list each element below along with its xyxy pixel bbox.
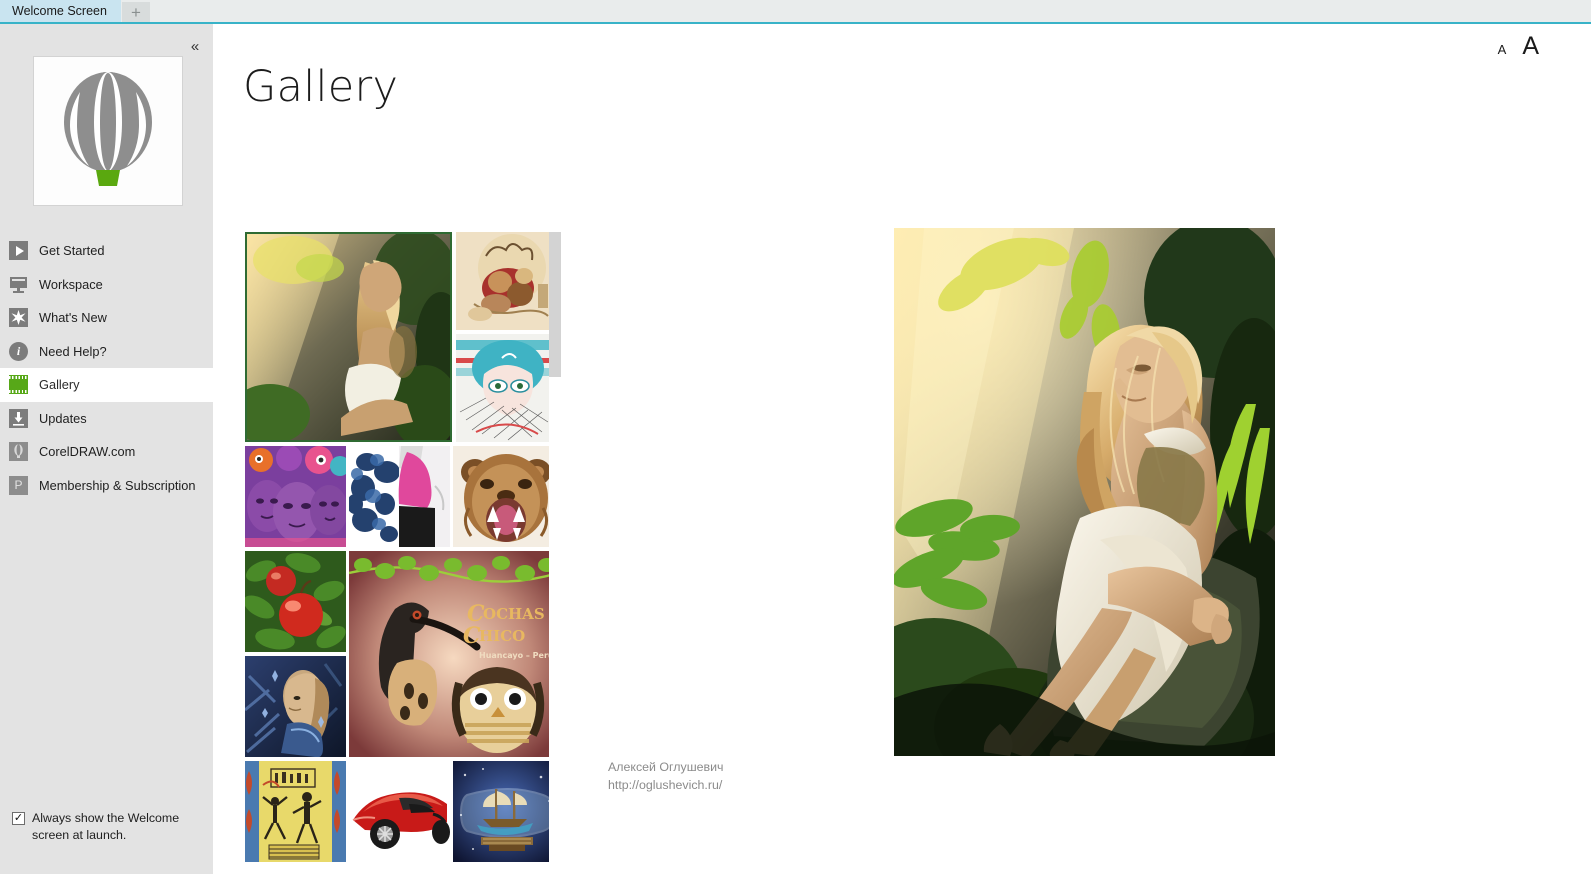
- font-size-large-button[interactable]: A: [1522, 32, 1539, 61]
- app-logo: [33, 56, 183, 206]
- thumbnail-red-apples-on-branch[interactable]: [245, 551, 346, 652]
- sidebar-item-need-help[interactable]: i Need Help?: [0, 335, 213, 369]
- play-icon: [9, 241, 28, 261]
- artist-url[interactable]: http://oglushevich.ru/: [608, 777, 724, 795]
- svg-text:Huancayo – Perú: Huancayo – Perú: [479, 651, 554, 660]
- new-tab-button[interactable]: +: [121, 2, 150, 22]
- sidebar-item-workspace[interactable]: Workspace: [0, 268, 213, 302]
- sidebar-item-label: Get Started: [39, 243, 105, 259]
- plus-icon: +: [130, 2, 141, 22]
- sidebar-item-membership-subscription[interactable]: P Membership & Subscription: [0, 469, 213, 503]
- sidebar-item-label: Gallery: [39, 377, 80, 393]
- sidebar-item-whats-new[interactable]: What's New: [0, 301, 213, 335]
- sidebar-item-label: Need Help?: [39, 343, 107, 359]
- sidebar-item-label: Workspace: [39, 276, 103, 292]
- sidebar-item-get-started[interactable]: Get Started: [0, 234, 213, 268]
- thumbnail-grid: C OCHAS C HICO Huancayo – Perú: [243, 228, 592, 874]
- sidebar-item-label: Updates: [39, 410, 87, 426]
- tab-bar: Welcome Screen +: [0, 0, 1591, 22]
- tab-welcome-screen[interactable]: Welcome Screen: [0, 0, 121, 22]
- sidebar-item-label: CorelDRAW.com: [39, 444, 136, 460]
- sidebar-item-updates[interactable]: Updates: [0, 402, 213, 436]
- tab-label: Welcome Screen: [12, 4, 107, 18]
- preview-image: [894, 228, 1275, 756]
- thumbnail-red-sports-car[interactable]: [349, 766, 450, 856]
- sidebar: « Get Started Workspace What's New i Nee…: [0, 24, 213, 874]
- thumbnail-blue-fantasy-portrait[interactable]: [245, 656, 346, 757]
- thumbnail-navy-floral-fashion[interactable]: [349, 446, 450, 547]
- artist-name: Алексей Оглушевич: [608, 760, 724, 774]
- page-title: Gallery: [243, 62, 399, 112]
- thumbnail-roaring-bear-illustration[interactable]: [453, 446, 558, 547]
- subscription-icon: P: [9, 475, 28, 495]
- always-show-welcome-row: ✓ Always show the Welcome screen at laun…: [12, 810, 202, 844]
- sidebar-item-label: Membership & Subscription: [39, 477, 196, 493]
- tab-bar-empty-area: [149, 0, 1591, 22]
- monitor-icon: [9, 275, 28, 294]
- thumbnail-egyptian-papyrus-art[interactable]: [245, 761, 346, 862]
- starburst-icon: [9, 308, 28, 328]
- sidebar-item-gallery[interactable]: Gallery: [0, 368, 213, 402]
- download-icon: [9, 408, 28, 428]
- filmstrip-icon: [9, 375, 28, 395]
- thumbnail-purple-crowd-portrait[interactable]: [245, 446, 346, 547]
- thumbnail-cochas-chico-peru-poster[interactable]: C OCHAS C HICO Huancayo – Perú: [349, 551, 558, 757]
- svg-text:HICO: HICO: [479, 627, 525, 645]
- thumbnail-scrollbar-thumb[interactable]: [549, 232, 561, 377]
- thumbnail-ship-in-a-bottle[interactable]: [453, 761, 558, 862]
- thumbnail-scrollbar-track[interactable]: [549, 228, 561, 874]
- font-size-controls: A A: [1498, 32, 1539, 61]
- check-icon: ✓: [13, 812, 24, 824]
- chevron-double-left-icon: «: [190, 37, 200, 55]
- sidebar-item-label: What's New: [39, 310, 107, 326]
- balloon-icon: [64, 72, 152, 186]
- balloon-icon: [9, 442, 28, 462]
- always-show-welcome-checkbox[interactable]: ✓: [12, 812, 25, 825]
- sidebar-nav: Get Started Workspace What's New i Need …: [0, 234, 213, 502]
- artist-credit: Алексей Оглушевич http://oglushevich.ru/: [608, 759, 724, 794]
- sidebar-item-coreldraw-com[interactable]: CorelDRAW.com: [0, 435, 213, 469]
- thumbnail-woman-in-sunlit-forest[interactable]: [245, 232, 452, 442]
- font-size-small-button[interactable]: A: [1498, 42, 1507, 57]
- thumbnail-vintage-circus-illustration[interactable]: [456, 232, 558, 330]
- info-icon: i: [9, 341, 28, 361]
- always-show-welcome-label: Always show the Welcome screen at launch…: [32, 811, 180, 842]
- svg-text:OCHAS: OCHAS: [483, 605, 545, 623]
- thumbnail-teal-abstract-portrait[interactable]: [456, 334, 558, 442]
- collapse-sidebar-button[interactable]: «: [182, 34, 208, 58]
- main-content: Gallery A A C OCHAS C HICO Huancayo – Pe…: [213, 24, 1591, 874]
